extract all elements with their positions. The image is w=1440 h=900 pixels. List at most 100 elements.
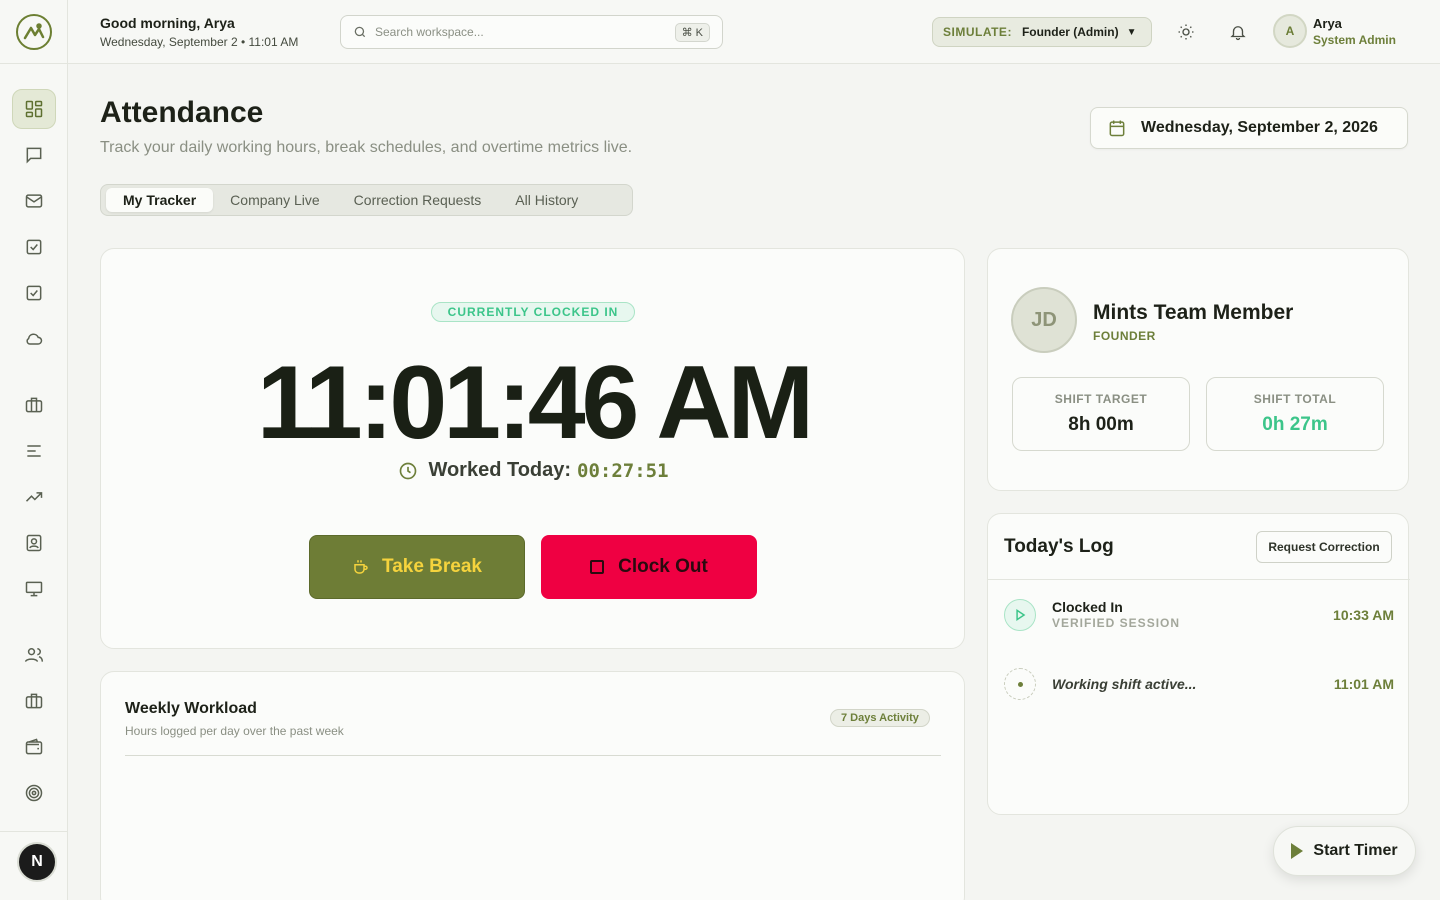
sidebar-item-dashboard[interactable]: [12, 89, 56, 129]
sidebar: N: [0, 0, 68, 900]
sidebar-item-approvals[interactable]: [12, 273, 56, 313]
page-subtitle: Track your daily working hours, break sc…: [100, 139, 633, 156]
play-icon: [1291, 843, 1304, 859]
current-time: 11:01:46 AM: [256, 345, 814, 461]
log-item-time: 10:33 AM: [1333, 607, 1394, 623]
log-item-meta: VERIFIED SESSION: [1052, 616, 1181, 630]
sidebar-item-tasks[interactable]: [12, 227, 56, 267]
log-item-name: Clocked In: [1052, 599, 1123, 615]
greeting-datetime: Wednesday, September 2 • 11:01 AM: [100, 35, 299, 49]
page-title: Attendance: [100, 96, 264, 129]
sidebar-item-wallet[interactable]: [12, 727, 56, 767]
sidebar-item-analytics[interactable]: [12, 477, 56, 517]
clock-out-label: Clock Out: [618, 556, 708, 577]
tab-my-tracker[interactable]: My Tracker: [106, 188, 214, 212]
profile-role: FOUNDER: [1093, 329, 1156, 343]
wallet-icon: [25, 738, 43, 755]
weekly-title: Weekly Workload: [125, 700, 257, 717]
calendar-icon: [1109, 120, 1125, 137]
monitor-icon: [25, 581, 43, 597]
sun-icon: [1178, 24, 1194, 40]
sidebar-item-goals[interactable]: [12, 773, 56, 813]
tab-all-history[interactable]: All History: [498, 188, 595, 212]
play-icon: [1004, 599, 1036, 631]
pending-dot-icon: [1004, 668, 1036, 700]
text-lines-icon: [27, 445, 41, 457]
divider: [125, 755, 941, 756]
simulate-label: SIMULATE:: [943, 25, 1012, 39]
chevron-down-icon: ▼: [1126, 26, 1137, 38]
stop-icon: [590, 560, 605, 574]
sidebar-item-cloud[interactable]: [12, 319, 56, 359]
start-timer-button[interactable]: Start Timer: [1273, 826, 1416, 876]
simulate-value: Founder (Admin): [1021, 25, 1119, 39]
avatar: JD: [1011, 287, 1077, 353]
date-picker-button[interactable]: Wednesday, September 2, 2026: [1090, 107, 1408, 149]
clock-out-button[interactable]: Clock Out: [541, 535, 757, 599]
shift-target-stat: SHIFT TARGET 8h 00m: [1012, 377, 1190, 451]
sidebar-item-contacts[interactable]: [12, 523, 56, 563]
weekly-subtitle: Hours logged per day over the past week: [125, 724, 344, 738]
theme-toggle-button[interactable]: [1174, 20, 1198, 44]
clock-icon: [400, 462, 417, 479]
log-item-name: Working shift active...: [1052, 676, 1197, 692]
checkbox-icon: [26, 239, 42, 255]
worked-today: Worked Today: 00:27:51: [101, 459, 966, 482]
log-item-time: 11:01 AM: [1333, 676, 1394, 692]
stat-value: 8h 00m: [1068, 414, 1134, 435]
list-item: Working shift active... 11:01 AM: [1004, 668, 1394, 702]
greeting-title: Good morning, Arya: [100, 15, 235, 31]
sidebar-item-chat[interactable]: [12, 135, 56, 175]
profile-name: Mints Team Member: [1093, 301, 1294, 324]
sidebar-item-jobs[interactable]: [12, 681, 56, 721]
notifications-button[interactable]: [1226, 20, 1250, 44]
status-badge: CURRENTLY CLOCKED IN: [431, 302, 635, 322]
list-item: Clocked In VERIFIED SESSION 10:33 AM: [1004, 599, 1394, 633]
clock-card: CURRENTLY CLOCKED IN 11:01:46 AM Worked …: [100, 248, 965, 649]
search-input[interactable]: [375, 25, 675, 39]
stat-label: SHIFT TOTAL: [1253, 392, 1337, 406]
users-icon: [24, 648, 44, 662]
weekly-workload-card: Weekly Workload Hours logged per day ove…: [100, 671, 965, 900]
coffee-icon: [354, 560, 368, 574]
tab-company-live[interactable]: Company Live: [213, 188, 337, 212]
worked-value: 00:27:51: [577, 459, 669, 482]
avatar[interactable]: A: [1273, 14, 1307, 48]
chat-icon: [26, 147, 42, 164]
cloud-icon: [26, 333, 43, 345]
sidebar-item-team[interactable]: [12, 635, 56, 675]
user-name: Arya: [1313, 16, 1342, 31]
weekly-badge: 7 Days Activity: [830, 709, 930, 727]
top-header: Good morning, Arya Wednesday, September …: [68, 0, 1440, 64]
checkbox-icon: [26, 285, 42, 301]
start-timer-label: Start Timer: [1313, 842, 1398, 859]
profile-card: JD Mints Team Member FOUNDER SHIFT TARGE…: [987, 248, 1409, 491]
request-correction-button[interactable]: Request Correction: [1256, 531, 1392, 563]
worked-label: Worked Today:: [428, 459, 572, 481]
next-dev-badge[interactable]: N: [17, 842, 57, 882]
briefcase-icon: [25, 693, 43, 709]
grid-icon: [25, 100, 43, 118]
log-title: Today's Log: [1004, 536, 1114, 557]
search-shortcut: ⌘ K: [674, 22, 710, 42]
bell-icon: [1230, 26, 1246, 41]
target-icon: [25, 784, 43, 802]
briefcase-icon: [25, 397, 43, 413]
logo-icon: [23, 23, 45, 40]
search-bar[interactable]: ⌘ K: [340, 15, 723, 49]
todays-log-card: Today's Log Request Correction Clocked I…: [987, 513, 1410, 815]
stat-value: 0h 27m: [1262, 414, 1328, 435]
contact-icon: [26, 534, 42, 552]
take-break-button[interactable]: Take Break: [309, 535, 525, 599]
sidebar-item-projects[interactable]: [12, 385, 56, 425]
tab-correction-requests[interactable]: Correction Requests: [337, 188, 499, 212]
sidebar-item-mail[interactable]: [12, 181, 56, 221]
simulate-role-select[interactable]: SIMULATE: Founder (Admin) ▼: [932, 17, 1152, 47]
sidebar-item-docs[interactable]: [12, 431, 56, 471]
date-label: Wednesday, September 2, 2026: [1141, 119, 1378, 136]
user-role: System Admin: [1313, 33, 1396, 47]
sidebar-item-devices[interactable]: [12, 569, 56, 609]
stat-label: SHIFT TARGET: [1054, 392, 1148, 406]
app-logo[interactable]: [16, 14, 52, 50]
tab-bar: My Tracker Company Live Correction Reque…: [100, 184, 633, 216]
